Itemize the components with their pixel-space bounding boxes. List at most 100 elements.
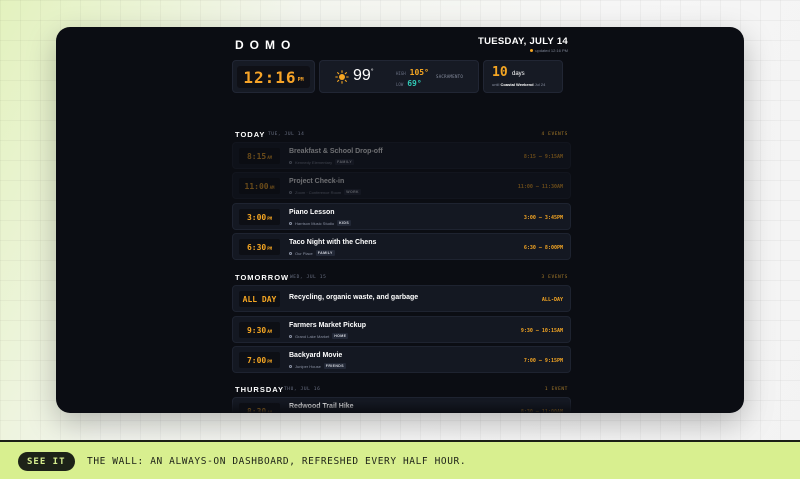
event-tag: HOME — [332, 333, 349, 339]
event-time: ALL DAY — [242, 294, 277, 304]
event-time: 8:15 — [246, 151, 267, 161]
dashboard-header: DOMO TUESDAY, JULY 14 updated 12:16 PM — [232, 27, 571, 57]
event-time: 9:30 — [246, 325, 267, 335]
event-time-box: 6:30 PM — [239, 239, 280, 255]
event-title: Breakfast & School Drop-off — [289, 148, 383, 155]
event-time: 6:30 — [246, 242, 267, 252]
event-card[interactable]: 9:30 AM Farmers Market Pickup Grand Lake Ma… — [232, 316, 571, 343]
event-ampm: AM — [267, 328, 273, 334]
event-location: Our Place — [295, 250, 313, 256]
section-date: TUE, JUL 14 — [268, 132, 305, 137]
event-meta: Zoom · Conference Room WORK — [289, 189, 361, 195]
countdown-prefix: until — [492, 82, 500, 87]
event-meta: Grand Lake Market HOME — [289, 333, 349, 339]
event-time-range: 7:00 — 9:15PM — [523, 358, 563, 364]
event-card[interactable]: 7:00 PM Backyard Movie Juniper House FRIENDS… — [232, 346, 571, 373]
event-ampm: PM — [267, 358, 273, 364]
event-location: Harrison Music Studio — [295, 220, 335, 226]
see-it-badge: SEE IT — [18, 452, 75, 471]
countdown-date: Jul 24 — [534, 82, 546, 87]
low-label: LOW — [396, 82, 404, 87]
section-date: WED, JUL 15 — [290, 275, 327, 280]
section-event-count: 1 EVENT — [544, 387, 568, 392]
location-pin-icon — [289, 364, 292, 368]
event-time-box: 9:30 AM — [239, 322, 280, 338]
event-card[interactable]: ALL DAY Recycling, organic waste, and gar… — [232, 285, 571, 312]
event-title: Project Check-in — [289, 178, 345, 185]
clock-card: 12:16 PM — [232, 60, 315, 93]
weather-card: 99° HIGH 105° LOW 69° SACRAMENTO — [319, 60, 479, 93]
event-ampm: PM — [267, 245, 273, 251]
section-title: THURSDAY — [235, 385, 284, 394]
event-card[interactable]: 11:00 AM Project Check-in Zoom · Conference… — [232, 172, 571, 199]
event-time-box: 8:15 AM — [239, 148, 280, 164]
summary-cards: 12:16 PM 99° HIGH 105° LOW 69° SACRAMENT… — [232, 60, 571, 93]
location-pin-icon — [289, 190, 292, 194]
section-event-count: 4 EVENTS — [541, 132, 568, 137]
location-pin-icon — [289, 160, 292, 164]
event-time-range: 3:00 — 3:45PM — [523, 215, 563, 221]
event-time-range: 11:00 — 11:30AM — [517, 184, 563, 190]
event-tag: FRIENDS — [323, 363, 346, 369]
event-title: Backyard Movie — [289, 352, 343, 359]
event-time-box: 3:00 PM — [239, 209, 280, 225]
event-time-range: 6:30 — 8:00PM — [523, 245, 563, 251]
event-tag: FAMILY — [335, 159, 355, 165]
degree-symbol: ° — [370, 68, 374, 76]
event-meta: Our Place FAMILY — [289, 250, 335, 256]
countdown-event: until Coastal Weekend Jul 24 — [492, 82, 545, 87]
event-tag: FAMILY — [315, 250, 335, 256]
section-title: TOMORROW — [235, 273, 290, 282]
event-time: 7:00 — [246, 355, 267, 365]
location-pin-icon — [289, 334, 292, 338]
clock-display: 12:16 PM — [237, 66, 310, 88]
countdown-card: 10 days until Coastal Weekend Jul 24 — [483, 60, 563, 93]
event-ampm: AM — [267, 154, 273, 160]
caption-bar: SEE IT THE WALL: AN ALWAYS-ON DASHBOARD,… — [0, 440, 800, 479]
status-dot-icon — [530, 49, 534, 52]
section-header-tomorrow: TOMORROW WED, JUL 15 3 EVENTS — [232, 271, 571, 283]
updated-status: updated 12:16 PM — [530, 48, 568, 53]
event-time-range: ALL-DAY — [541, 297, 563, 303]
event-tag: KIDS — [337, 220, 352, 226]
location-pin-icon — [289, 251, 292, 255]
section-header-today: TODAY TUE, JUL 14 4 EVENTS — [232, 128, 571, 140]
event-time-box: ALL DAY — [239, 291, 280, 307]
high-label: HIGH — [396, 71, 406, 76]
dashboard-frame: DOMO TUESDAY, JULY 14 updated 12:16 PM 1… — [56, 27, 744, 413]
event-location: Grand Lake Market — [295, 333, 330, 339]
high-value: 105° — [409, 68, 429, 77]
event-card[interactable]: 6:30 PM Taco Night with the Chens Our Place… — [232, 233, 571, 260]
logo: DOMO — [235, 38, 297, 52]
event-time: 11:00 — [244, 181, 269, 191]
high-temperature: HIGH 105° — [396, 68, 429, 77]
low-temperature: LOW 69° — [396, 79, 422, 88]
event-title: Taco Night with the Chens — [289, 239, 377, 246]
temperature-value: 99 — [353, 67, 371, 84]
event-title: Recycling, organic waste, and garbage — [289, 294, 419, 301]
weather-city: SACRAMENTO — [436, 74, 464, 79]
event-time: 3:00 — [246, 212, 267, 222]
countdown-unit: days — [512, 71, 525, 77]
event-meta: Harrison Music Studio KIDS — [289, 220, 352, 226]
clock-ampm: PM — [297, 77, 304, 83]
section-date: THU, JUL 16 — [284, 387, 321, 392]
event-time-box: 7:00 PM — [239, 352, 280, 368]
event-title: Farmers Market Pickup — [289, 322, 367, 329]
event-ampm: PM — [267, 215, 273, 221]
event-time-box: 11:00 AM — [239, 178, 280, 194]
bottom-fade — [232, 401, 571, 413]
event-location: Kennedy Elementary — [295, 159, 333, 165]
event-location: Zoom · Conference Room — [295, 189, 342, 195]
section-title: TODAY — [235, 130, 266, 139]
event-title: Piano Lesson — [289, 209, 335, 216]
event-card[interactable]: 3:00 PM Piano Lesson Harrison Music Studio K… — [232, 203, 571, 230]
event-ampm: AM — [269, 184, 275, 190]
updated-text: updated 12:16 PM — [535, 48, 568, 53]
event-meta: Kennedy Elementary FAMILY — [289, 159, 355, 165]
event-time-range: 8:15 — 9:15AM — [523, 154, 563, 160]
countdown-event-name: Coastal Weekend — [500, 82, 534, 87]
event-card[interactable]: 8:15 AM Breakfast & School Drop-off Kennedy… — [232, 142, 571, 169]
clock-time: 12:16 — [243, 67, 297, 87]
sun-icon — [335, 70, 349, 84]
